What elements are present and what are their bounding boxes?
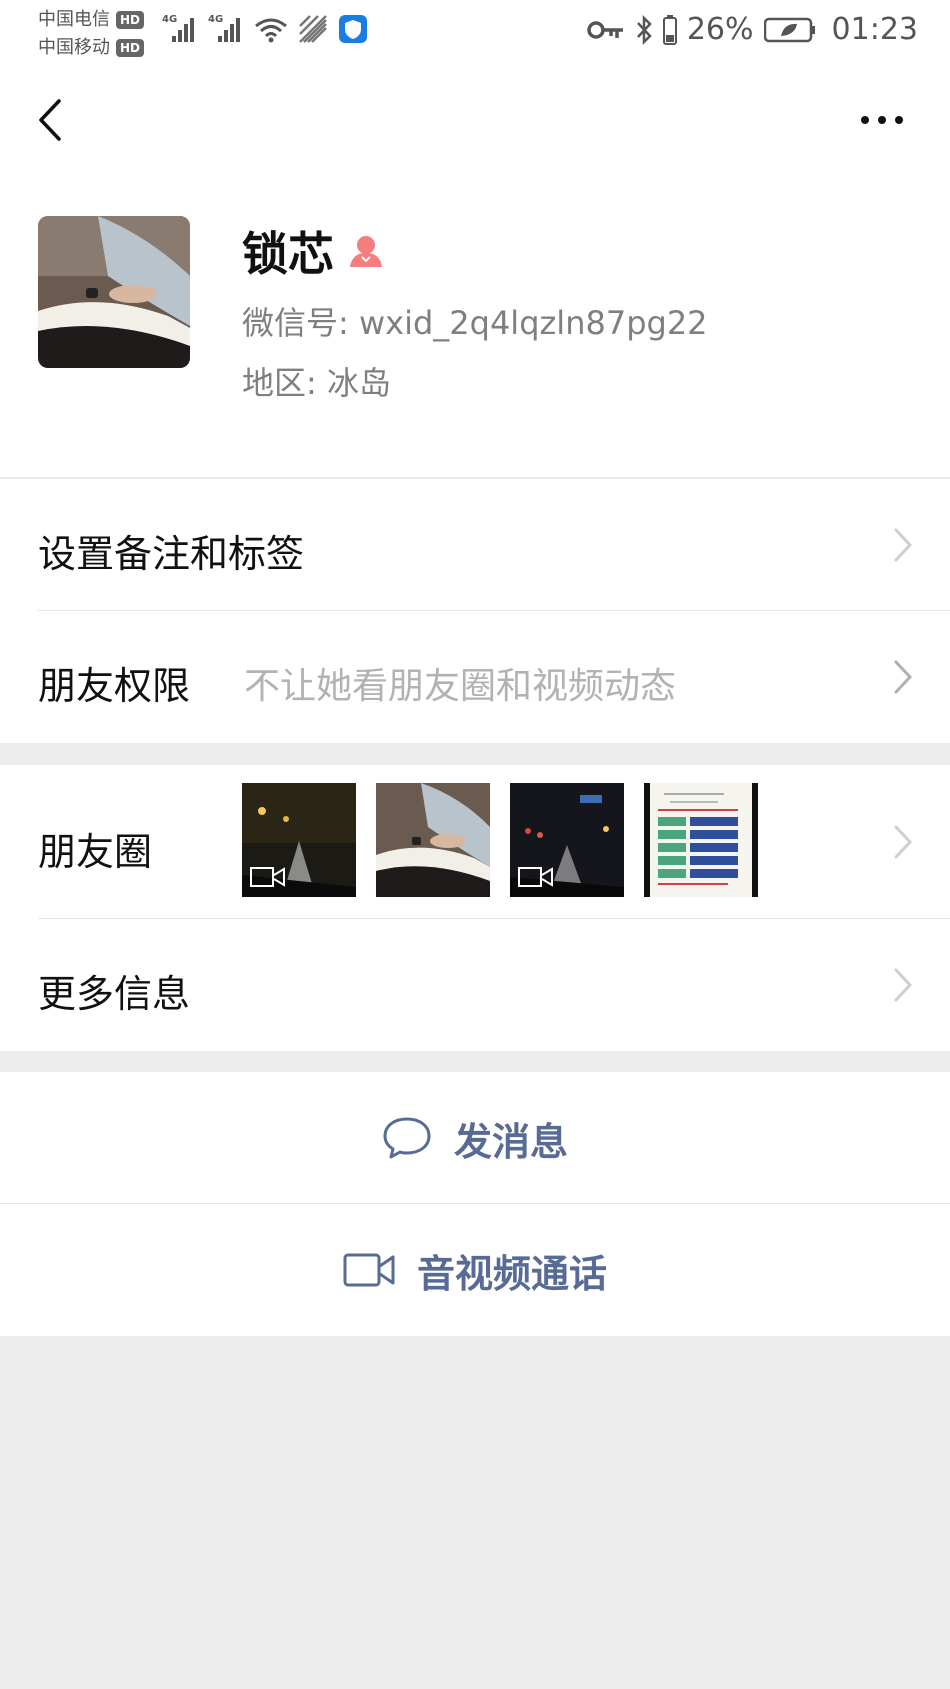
chevron-left-icon: [39, 99, 61, 141]
audio-video-call-button[interactable]: 音视频通话: [0, 1204, 950, 1336]
video-icon: [518, 867, 553, 887]
signal-4g-icon-2: 4G: [208, 14, 240, 42]
status-right-group: 26% 01:23: [587, 12, 918, 47]
vpn-key-icon: [587, 20, 623, 39]
friend-permissions-item[interactable]: 朋友权限 不让她看朋友圈和视频动态: [0, 611, 950, 743]
back-button[interactable]: [28, 94, 72, 146]
bluetooth-icon: [636, 14, 652, 45]
nfc-icon: [299, 15, 327, 43]
avatar-image: [38, 216, 190, 368]
signal-group: 4G 4G: [162, 12, 368, 44]
shield-app-icon: [339, 15, 367, 43]
chat-bubble-icon: [383, 1117, 431, 1159]
profile-header: 锁芯 微信号: wxid_2q4lqzln87pg22 地区: 冰岛: [0, 174, 950, 478]
more-dots-icon: [861, 116, 903, 124]
svg-text:4G: 4G: [208, 14, 223, 25]
remark-label: 设置备注和标签: [38, 532, 305, 576]
moments-thumbnails: [242, 783, 758, 897]
more-options-button[interactable]: [852, 98, 912, 142]
region: 地区: 冰岛: [242, 364, 391, 402]
send-message-label: 发消息: [453, 1119, 568, 1164]
battery-saver-icon: [763, 17, 815, 42]
carrier-name-2: 中国移动: [38, 37, 110, 58]
more-info-label: 更多信息: [38, 972, 191, 1016]
send-message-button[interactable]: 发消息: [0, 1072, 950, 1204]
moment-thumbnail-document[interactable]: [644, 783, 758, 897]
wifi-icon: [255, 18, 287, 43]
set-remark-and-tags-item[interactable]: 设置备注和标签: [0, 479, 950, 611]
name-row: 锁芯: [242, 218, 384, 284]
moment-thumbnail-photo[interactable]: [376, 783, 490, 897]
moment-thumbnail-video[interactable]: [510, 783, 624, 897]
chevron-right-icon: [894, 528, 913, 562]
carrier-name-1: 中国电信: [38, 9, 110, 30]
nav-bar: [0, 66, 950, 174]
hd-badge-2: HD: [116, 39, 145, 57]
signal-4g-icon: 4G: [162, 14, 194, 42]
svg-text:4G: 4G: [162, 14, 177, 25]
video-icon: [250, 867, 285, 887]
chevron-right-icon: [894, 660, 913, 694]
female-gender-icon: [350, 236, 382, 267]
chevron-right-icon: [894, 968, 913, 1002]
contact-name: 锁芯: [242, 227, 334, 281]
moments-label: 朋友圈: [38, 830, 153, 874]
chevron-right-icon: [894, 825, 913, 859]
clock: 01:23: [831, 12, 918, 47]
more-info-item[interactable]: 更多信息: [0, 919, 950, 1051]
hd-badge-1: HD: [116, 11, 145, 29]
moments-item[interactable]: 朋友圈: [0, 765, 950, 919]
battery-percent: 26%: [686, 12, 754, 47]
avatar[interactable]: [38, 216, 190, 368]
permission-label: 朋友权限: [38, 664, 191, 708]
carrier-info: 中国电信 HD 中国移动 HD: [38, 6, 145, 62]
battery-small-icon: [662, 14, 677, 45]
status-bar: 中国电信 HD 中国移动 HD 4G 4G 26% 01:23: [0, 0, 950, 66]
permission-value: 不让她看朋友圈和视频动态: [244, 666, 677, 707]
audio-video-call-label: 音视频通话: [416, 1251, 607, 1296]
moment-thumbnail-video[interactable]: [242, 783, 356, 897]
video-call-icon: [343, 1253, 395, 1287]
wechat-id: 微信号: wxid_2q4lqzln87pg22: [242, 304, 708, 342]
